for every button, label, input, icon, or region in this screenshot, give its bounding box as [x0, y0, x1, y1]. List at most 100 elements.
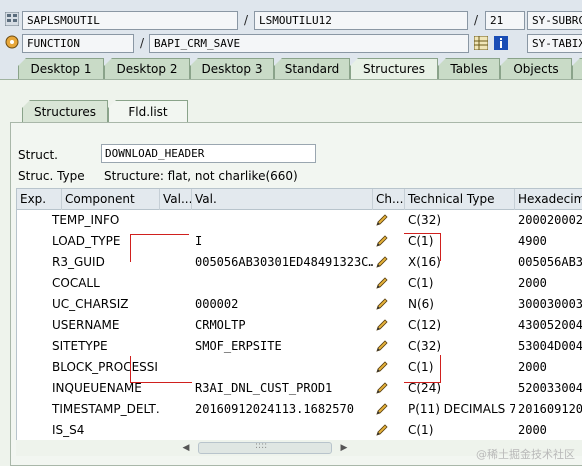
cell-value[interactable]: I — [192, 231, 373, 252]
table-row[interactable]: LOAD_TYPE I C(1) 4900 — [17, 231, 582, 252]
cell-component: TIMESTAMP_DELT… — [52, 402, 159, 416]
struct-input[interactable]: DOWNLOAD_HEADER — [101, 144, 316, 163]
cell-technical-type: C(12) — [408, 318, 442, 332]
cell-technical-type: C(1) — [408, 234, 434, 248]
cell-value[interactable]: 000002 — [192, 294, 373, 315]
col-header-exp[interactable]: Exp. — [17, 189, 62, 210]
subtab-fld-list[interactable]: Fld.list — [108, 100, 188, 122]
cell-value[interactable]: CRMOLTP — [192, 315, 373, 336]
program-grid-icon[interactable] — [5, 12, 19, 26]
edit-pencil-icon[interactable] — [375, 339, 389, 353]
edit-pencil-icon[interactable] — [375, 213, 389, 227]
cell-technical-type: C(1) — [408, 276, 434, 290]
cell-component: UC_CHARSIZ — [52, 297, 129, 311]
tab-standard[interactable]: Standard — [274, 58, 350, 79]
tab-desktop-2[interactable]: Desktop 2 — [104, 58, 190, 79]
struct-label: Struct. — [18, 148, 58, 162]
cell-value[interactable]: R3AI_DNL_CUST_PROD1 — [192, 378, 373, 399]
event-type-field[interactable]: FUNCTION — [22, 34, 134, 53]
cell-value[interactable]: SMOF_ERPSITE — [192, 336, 373, 357]
scroll-left-icon[interactable]: ◀ — [180, 442, 192, 454]
table-row[interactable]: SITETYPE SMOF_ERPSITE C(32) 53004D004F — [17, 336, 582, 357]
tab-objects[interactable]: Objects — [500, 58, 572, 79]
cell-component: USERNAME — [52, 318, 120, 332]
scroll-right-icon[interactable]: ▶ — [338, 442, 350, 454]
cell-hexadecimal: 430052004D — [518, 318, 582, 332]
cell-component: SITETYPE — [52, 339, 108, 353]
include-field[interactable]: LSMOUTILU12 — [254, 11, 468, 30]
cell-hexadecimal: 2000 — [518, 423, 547, 437]
cell-technical-type: C(32) — [408, 339, 442, 353]
col-header-value[interactable]: Val. — [192, 189, 373, 210]
cell-value[interactable]: 005056AB30301ED48491323C… — [192, 252, 373, 273]
table-row[interactable]: UC_CHARSIZ 000002 N(6) 3000300030 — [17, 294, 582, 315]
table-row[interactable]: INQUEUENAME R3AI_DNL_CUST_PROD1 C(24) 52003… — [17, 378, 582, 399]
edit-pencil-icon[interactable] — [375, 255, 389, 269]
cell-hexadecimal: 53004D004F — [518, 339, 582, 353]
cell-component: TEMP_INFO — [52, 213, 120, 227]
annotation-line — [130, 356, 131, 383]
edit-pencil-icon[interactable] — [375, 381, 389, 395]
cell-hexadecimal: 3000300030 — [518, 297, 582, 311]
tab-desktop-1[interactable]: Desktop 1 — [18, 58, 104, 79]
cell-hexadecimal: 2016091202 — [518, 402, 582, 416]
tab-desktop-3[interactable]: Desktop 3 — [190, 58, 274, 79]
program-field[interactable]: SAPLSMOUTIL — [22, 11, 238, 30]
col-header-hexadecimal[interactable]: Hexadecimal — [515, 189, 582, 210]
tab-structures[interactable]: Structures — [350, 58, 438, 79]
tab-more[interactable] — [572, 58, 582, 79]
table-row[interactable]: BLOCK_PROCESSI… C(1) 2000 — [17, 357, 582, 378]
cell-value[interactable] — [192, 210, 373, 231]
sy-tabix-field[interactable]: SY-TABIX — [527, 34, 582, 53]
edit-pencil-icon[interactable] — [375, 423, 389, 437]
header-row-2: FUNCTION / BAPI_CRM_SAVE SY-TABIX — [0, 33, 582, 55]
cell-technical-type: C(32) — [408, 213, 442, 227]
cell-hexadecimal: 2000 — [518, 360, 547, 374]
edit-pencil-icon[interactable] — [375, 276, 389, 290]
cell-hexadecimal: 5200330041 — [518, 381, 582, 395]
table-row[interactable]: COCALL C(1) 2000 — [17, 273, 582, 294]
cell-value[interactable] — [192, 273, 373, 294]
cell-component: BLOCK_PROCESSI… — [52, 360, 159, 374]
sy-subrc-field[interactable]: SY-SUBRC — [527, 11, 582, 30]
cell-technical-type: N(6) — [408, 297, 434, 311]
cell-component: R3_GUID — [52, 255, 105, 269]
cell-value[interactable] — [192, 420, 373, 440]
table-view-icon[interactable] — [474, 36, 488, 50]
subtab-structures[interactable]: Structures — [22, 100, 108, 122]
line-field[interactable]: 21 — [485, 11, 525, 30]
info-icon[interactable] — [494, 36, 508, 50]
cell-technical-type: X(16) — [408, 255, 441, 269]
scroll-thumb[interactable]: :::: — [198, 441, 332, 454]
separator: / — [244, 13, 249, 27]
cell-hexadecimal: 2000 — [518, 276, 547, 290]
table-row[interactable]: TEMP_INFO C(32) 2000200020 — [17, 210, 582, 231]
col-header-technical-type[interactable]: Technical Type — [405, 189, 515, 210]
separator: / — [140, 36, 145, 50]
tab-tables[interactable]: Tables — [438, 58, 500, 79]
cell-hexadecimal: 005056AB30 — [518, 255, 582, 269]
annotation-line — [404, 382, 441, 383]
table-row[interactable]: R3_GUID 005056AB30301ED48491323C… X(16) 005… — [17, 252, 582, 273]
table-row[interactable]: TIMESTAMP_DELT… 20160912024113.1682570 P(1… — [17, 399, 582, 420]
table-header: Exp. Component Val... Val. Ch... Technic… — [17, 189, 582, 210]
edit-pencil-icon[interactable] — [375, 402, 389, 416]
header-row-1: SAPLSMOUTIL / LSMOUTILU12 / 21 SY-SUBRC — [0, 10, 582, 32]
cell-technical-type: C(1) — [408, 423, 434, 437]
edit-pencil-icon[interactable] — [375, 318, 389, 332]
cell-technical-type: C(1) — [408, 360, 434, 374]
col-header-change[interactable]: Ch... — [373, 189, 405, 210]
table-row[interactable]: USERNAME CRMOLTP C(12) 430052004D — [17, 315, 582, 336]
col-header-val-type[interactable]: Val... — [160, 189, 192, 210]
function-module-icon[interactable] — [5, 35, 19, 49]
field-list-table: Exp. Component Val... Val. Ch... Technic… — [16, 188, 582, 440]
table-row[interactable]: IS_S4 C(1) 2000 — [17, 420, 582, 440]
event-name-field[interactable]: BAPI_CRM_SAVE — [149, 34, 469, 53]
annotation-line — [131, 234, 189, 235]
edit-pencil-icon[interactable] — [375, 360, 389, 374]
col-header-component[interactable]: Component — [62, 189, 160, 210]
edit-pencil-icon[interactable] — [375, 234, 389, 248]
edit-pencil-icon[interactable] — [375, 297, 389, 311]
cell-value[interactable]: 20160912024113.1682570 — [192, 399, 373, 420]
cell-value[interactable] — [192, 357, 373, 378]
